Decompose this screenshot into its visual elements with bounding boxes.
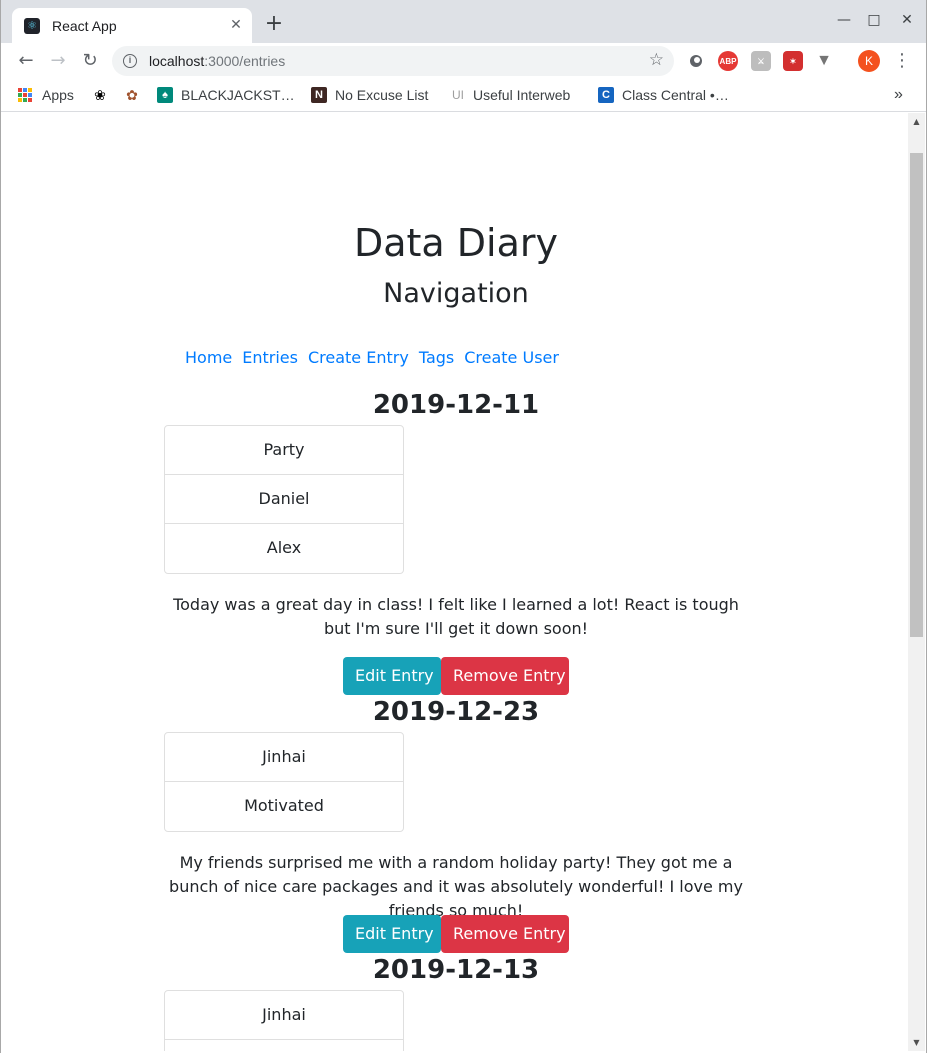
nav-link-entries[interactable]: Entries [242,347,298,369]
tab-strip: ⚛ React App ✕ + — □ ✕ [0,0,927,43]
url-text: localhost:3000/entries [149,53,286,69]
nav-link-home[interactable]: Home [185,347,232,369]
navigation-heading: Navigation [383,278,529,309]
page-viewport: Data Diary Navigation Home Entries Creat… [0,113,908,1051]
browser-tab[interactable]: ⚛ React App ✕ [12,8,252,43]
entry-date: 2019-12-11 [372,390,540,420]
browser-chrome: ⚛ React App ✕ + — □ ✕ ← → ↻ i localhost:… [0,0,927,113]
tag-item: Alex [266,538,302,557]
nav-link-create-user[interactable]: Create User [464,347,559,369]
close-tab-icon[interactable]: ✕ [228,17,244,33]
tag-list: Jinhai [164,990,404,1051]
extension-v-icon[interactable]: ▼ [814,51,834,71]
nav-link-tags[interactable]: Tags [419,347,454,369]
forward-arrow-icon[interactable]: → [46,49,70,73]
react-favicon-icon: ⚛ [24,17,40,34]
entry-actions: Edit Entry Remove Entry [343,915,569,953]
apps-grid-icon [18,88,32,102]
paw-icon: ❀ [94,86,106,103]
extension-circle-icon[interactable] [686,51,706,71]
bookmark-no-excuse-list[interactable]: N No Excuse List [311,85,428,105]
scroll-up-arrow-icon[interactable]: ▲ [908,113,925,130]
bookmark-class-central[interactable]: C Class Central •… [598,85,729,105]
profile-avatar[interactable]: K [858,50,880,72]
nav-links: Home Entries Create Entry Tags Create Us… [185,347,559,369]
page-title: Data Diary [353,221,559,265]
entry-actions: Edit Entry Remove Entry [343,657,569,695]
nav-link-create-entry[interactable]: Create Entry [308,347,409,369]
bookmark-blackjack[interactable]: ♠ BLACKJACKST… [157,85,295,105]
tag-list: Jinhai Motivated [164,732,404,832]
edit-entry-button[interactable]: Edit Entry [343,915,441,953]
back-arrow-icon[interactable]: ← [14,49,38,73]
tag-item: Jinhai [165,733,403,782]
scrollbar-thumb[interactable] [910,153,923,637]
entry-body: My friends surprised me with a random ho… [169,853,743,920]
window-border-left [0,0,1,1053]
class-central-icon: C [598,87,614,103]
scroll-down-arrow-icon[interactable]: ▼ [908,1034,925,1051]
tag-item: Party [165,426,403,475]
info-icon[interactable]: i [123,54,137,68]
maximize-icon[interactable]: □ [864,10,884,30]
no-excuse-icon: N [311,87,327,103]
tag-item [165,1040,403,1051]
page-scrollbar[interactable]: ▲ ▼ [908,113,925,1051]
browser-toolbar: ← → ↻ i localhost:3000/entries ☆ ABP ⚔ ✶… [0,43,927,79]
bookmark-useful-interweb[interactable]: UI Useful Interweb [450,85,570,105]
entry-date: 2019-12-23 [372,697,540,727]
browser-menu-icon[interactable]: ⋮ [893,50,911,72]
remove-entry-button[interactable]: Remove Entry [441,915,569,953]
bookmarks-bar: Apps ❀ ✿ ♠ BLACKJACKST… N No Excuse List… [0,79,927,112]
tag-item: Motivated [244,796,324,815]
entry-date: 2019-12-13 [372,955,540,985]
adblock-icon[interactable]: ABP [718,51,738,71]
edit-entry-button[interactable]: Edit Entry [343,657,441,695]
tag-item: Daniel [165,475,403,524]
minimize-icon[interactable]: — [834,10,854,30]
bookmark-animal[interactable]: ✿ [124,85,148,105]
reload-icon[interactable]: ↻ [78,49,102,73]
extension-bug-icon[interactable]: ✶ [783,51,803,71]
close-window-icon[interactable]: ✕ [897,10,917,30]
bookmark-apps[interactable]: Apps [18,85,74,105]
new-tab-icon[interactable]: + [262,12,286,36]
bookmark-star-icon[interactable]: ☆ [649,50,664,70]
blackjack-icon: ♠ [157,87,173,103]
tab-title: React App [52,17,117,34]
entry-body: Today was a great day in class! I felt l… [173,595,739,638]
address-bar[interactable]: i localhost:3000/entries ☆ [112,46,674,76]
remove-entry-button[interactable]: Remove Entry [441,657,569,695]
ui-icon: UI [452,88,464,102]
extension-puzzle-icon[interactable]: ⚔ [751,51,771,71]
tag-list: Party Daniel Alex [164,425,404,574]
bookmarks-overflow-icon[interactable]: » [894,85,903,105]
tag-item: Jinhai [165,991,403,1040]
bookmark-paw[interactable]: ❀ [92,85,116,105]
animal-icon: ✿ [126,86,138,103]
